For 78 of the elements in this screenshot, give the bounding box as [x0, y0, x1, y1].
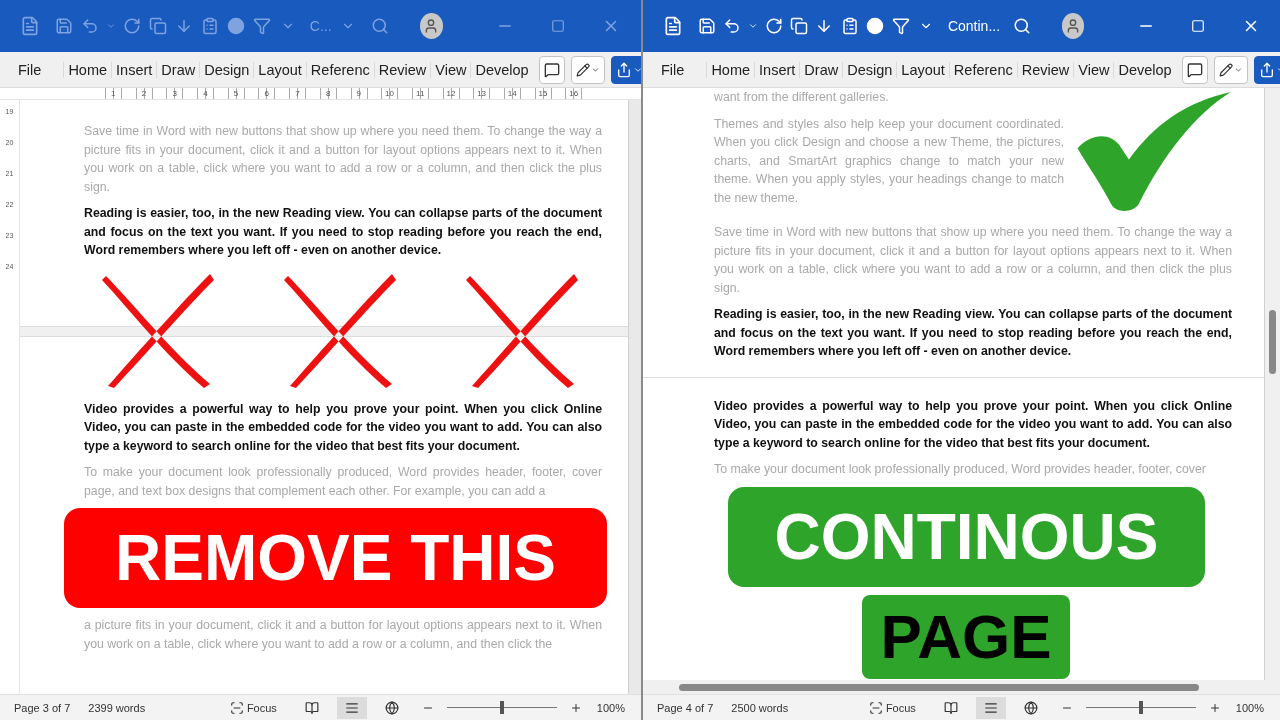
- ribbon-tab[interactable]: Draw: [156, 61, 200, 78]
- zoom-slider-thumb[interactable]: [1138, 701, 1143, 714]
- banner-label: REMOVE THIS: [64, 508, 607, 608]
- paragraph: Reading is easier, too, in the new Reading view. You can collapse parts of the document and focus on the text you want. If you need to stop reading before you reach the end, Word remembers where you left off - even on another device.: [714, 306, 1232, 360]
- pencil-icon: [1218, 61, 1233, 78]
- ribbon-tab[interactable]: Review: [373, 61, 431, 78]
- avatar[interactable]: [419, 13, 444, 39]
- ribbon-tab[interactable]: File: [14, 61, 46, 78]
- comments-button[interactable]: [538, 55, 565, 84]
- banner-label: CONTINOUS: [728, 486, 1205, 587]
- ribbon-tab[interactable]: View: [430, 61, 471, 78]
- editing-button[interactable]: [1213, 55, 1248, 84]
- check-mark-icon: [1077, 92, 1231, 211]
- paragraph: Save time in Word with new buttons that show up where you need them. To change the way a picture fits in your document, click it and a button for layout options appears next to it. When you work on a table, click where you want to add a row or a column, and then click the plus sign.: [714, 224, 1232, 297]
- focus-icon: [229, 700, 244, 715]
- paragraph: Video provides a powerful way to help you prove your point. When you click Online Video, you can paste in the embedded code for the video you want to add. You can also type a keyword to search online for the video that best fits your document.: [84, 400, 602, 455]
- ribbon-tab[interactable]: File: [657, 61, 689, 78]
- word-count[interactable]: 2500 words: [731, 701, 789, 714]
- paragraph: Save time in Word with new buttons that show up where you need them. To change the way a picture fits in your document, click it and a button for layout options appears next to it. When you work on a table, click where you want to add a row or a column, and then click the plus sign.: [84, 123, 602, 196]
- ribbon-tab[interactable]: Design: [842, 61, 897, 78]
- ribbon-tab[interactable]: Design: [199, 61, 254, 78]
- focus-label: Focus: [246, 701, 277, 714]
- word-count[interactable]: 2399 words: [88, 701, 146, 714]
- vertical-scrollbar[interactable]: [1265, 88, 1280, 680]
- zoom-level[interactable]: 100%: [1235, 701, 1264, 714]
- focus-label: Focus: [885, 701, 916, 714]
- ribbon-tab[interactable]: Insert: [754, 61, 800, 78]
- ribbon-tab[interactable]: Develop: [470, 61, 533, 78]
- view-button[interactable]: [975, 696, 1006, 719]
- share-icon: [615, 61, 632, 78]
- banner-label: PAGE: [862, 594, 1070, 679]
- book-icon: [943, 700, 958, 715]
- share-button[interactable]: [1253, 55, 1280, 84]
- comment-icon: [1186, 61, 1203, 78]
- globe-icon: [384, 700, 399, 715]
- page-count[interactable]: Page 3 of 7: [14, 701, 71, 714]
- zoom-level[interactable]: 100%: [596, 701, 625, 714]
- ribbon-tab[interactable]: Insert: [111, 61, 157, 78]
- book-icon: [304, 700, 319, 715]
- view-button[interactable]: [336, 696, 367, 719]
- paragraph: Video provides a powerful way to help you prove your point. When you click Online Video, you can paste in the embedded code for the video you want to add. You can also type a keyword to search online for the video that best fits your document.: [714, 397, 1232, 452]
- zoom-slider-thumb[interactable]: [499, 701, 504, 714]
- ribbon-tab[interactable]: Draw: [799, 61, 843, 78]
- focus-button[interactable]: Focus: [225, 698, 281, 717]
- horizontal-scrollbar[interactable]: [643, 680, 1280, 694]
- share-button[interactable]: [610, 55, 641, 84]
- ribbon-tab[interactable]: Referenc: [305, 61, 374, 78]
- paragraph: To make your document look professionally produced, Word provides header, footer, cover page, and text box designs that complement each other. For example, you can add a: [84, 464, 602, 500]
- paragraph: want from the different galleries.: [714, 89, 890, 106]
- focus-button[interactable]: Focus: [864, 698, 920, 717]
- globe-icon: [1023, 700, 1038, 715]
- ribbon-tab[interactable]: Develop: [1113, 61, 1176, 78]
- ribbon-tab[interactable]: Layout: [896, 61, 949, 78]
- paragraph: Reading is easier, too, in the new Reading view. You can collapse parts of the document and focus on the text you want. If you need to stop reading before you reach the end, Word remembers where you left off - even on another device.: [84, 205, 602, 259]
- pencil-icon: [575, 61, 590, 78]
- paragraph: Themes and styles also help keep your document coordinated. When you click Design and choose a new Theme, the pictures, charts, and SmartArt graphics change to match your new theme. When you apply styles, your headings change to match the new theme.: [714, 115, 1064, 207]
- ribbon-tab[interactable]: Home: [706, 61, 755, 78]
- record-icon[interactable]: [865, 15, 886, 37]
- paragraph: a picture fits in your document, click it and a button for layout options appears next to it. When you work on a table, click where you want to add a row or a column, and then click the: [84, 617, 602, 653]
- ribbon-tab[interactable]: Review: [1016, 61, 1074, 78]
- comments-button[interactable]: [1181, 55, 1208, 84]
- share-icon: [1258, 61, 1275, 78]
- paragraph: To make your document look professionally produced, Word provides header, footer, cover: [714, 461, 1207, 478]
- ribbon-tab[interactable]: Layout: [253, 61, 306, 78]
- page-lines-icon: [983, 700, 998, 715]
- ribbon-tab[interactable]: View: [1073, 61, 1114, 78]
- editing-button[interactable]: [570, 55, 605, 84]
- window-title[interactable]: Contin...: [947, 18, 1001, 34]
- ribbon-tab[interactable]: Home: [63, 61, 112, 78]
- document-app-icon[interactable]: [663, 15, 683, 37]
- avatar[interactable]: [1061, 13, 1085, 39]
- comment-icon: [543, 61, 560, 78]
- page-lines-icon: [344, 700, 359, 715]
- focus-icon: [868, 700, 883, 715]
- ribbon-tab[interactable]: Referenc: [948, 61, 1017, 78]
- copy-icon[interactable]: [789, 15, 809, 37]
- page-count[interactable]: Page 4 of 7: [657, 701, 714, 714]
- clipboard-icon[interactable]: [840, 15, 860, 37]
